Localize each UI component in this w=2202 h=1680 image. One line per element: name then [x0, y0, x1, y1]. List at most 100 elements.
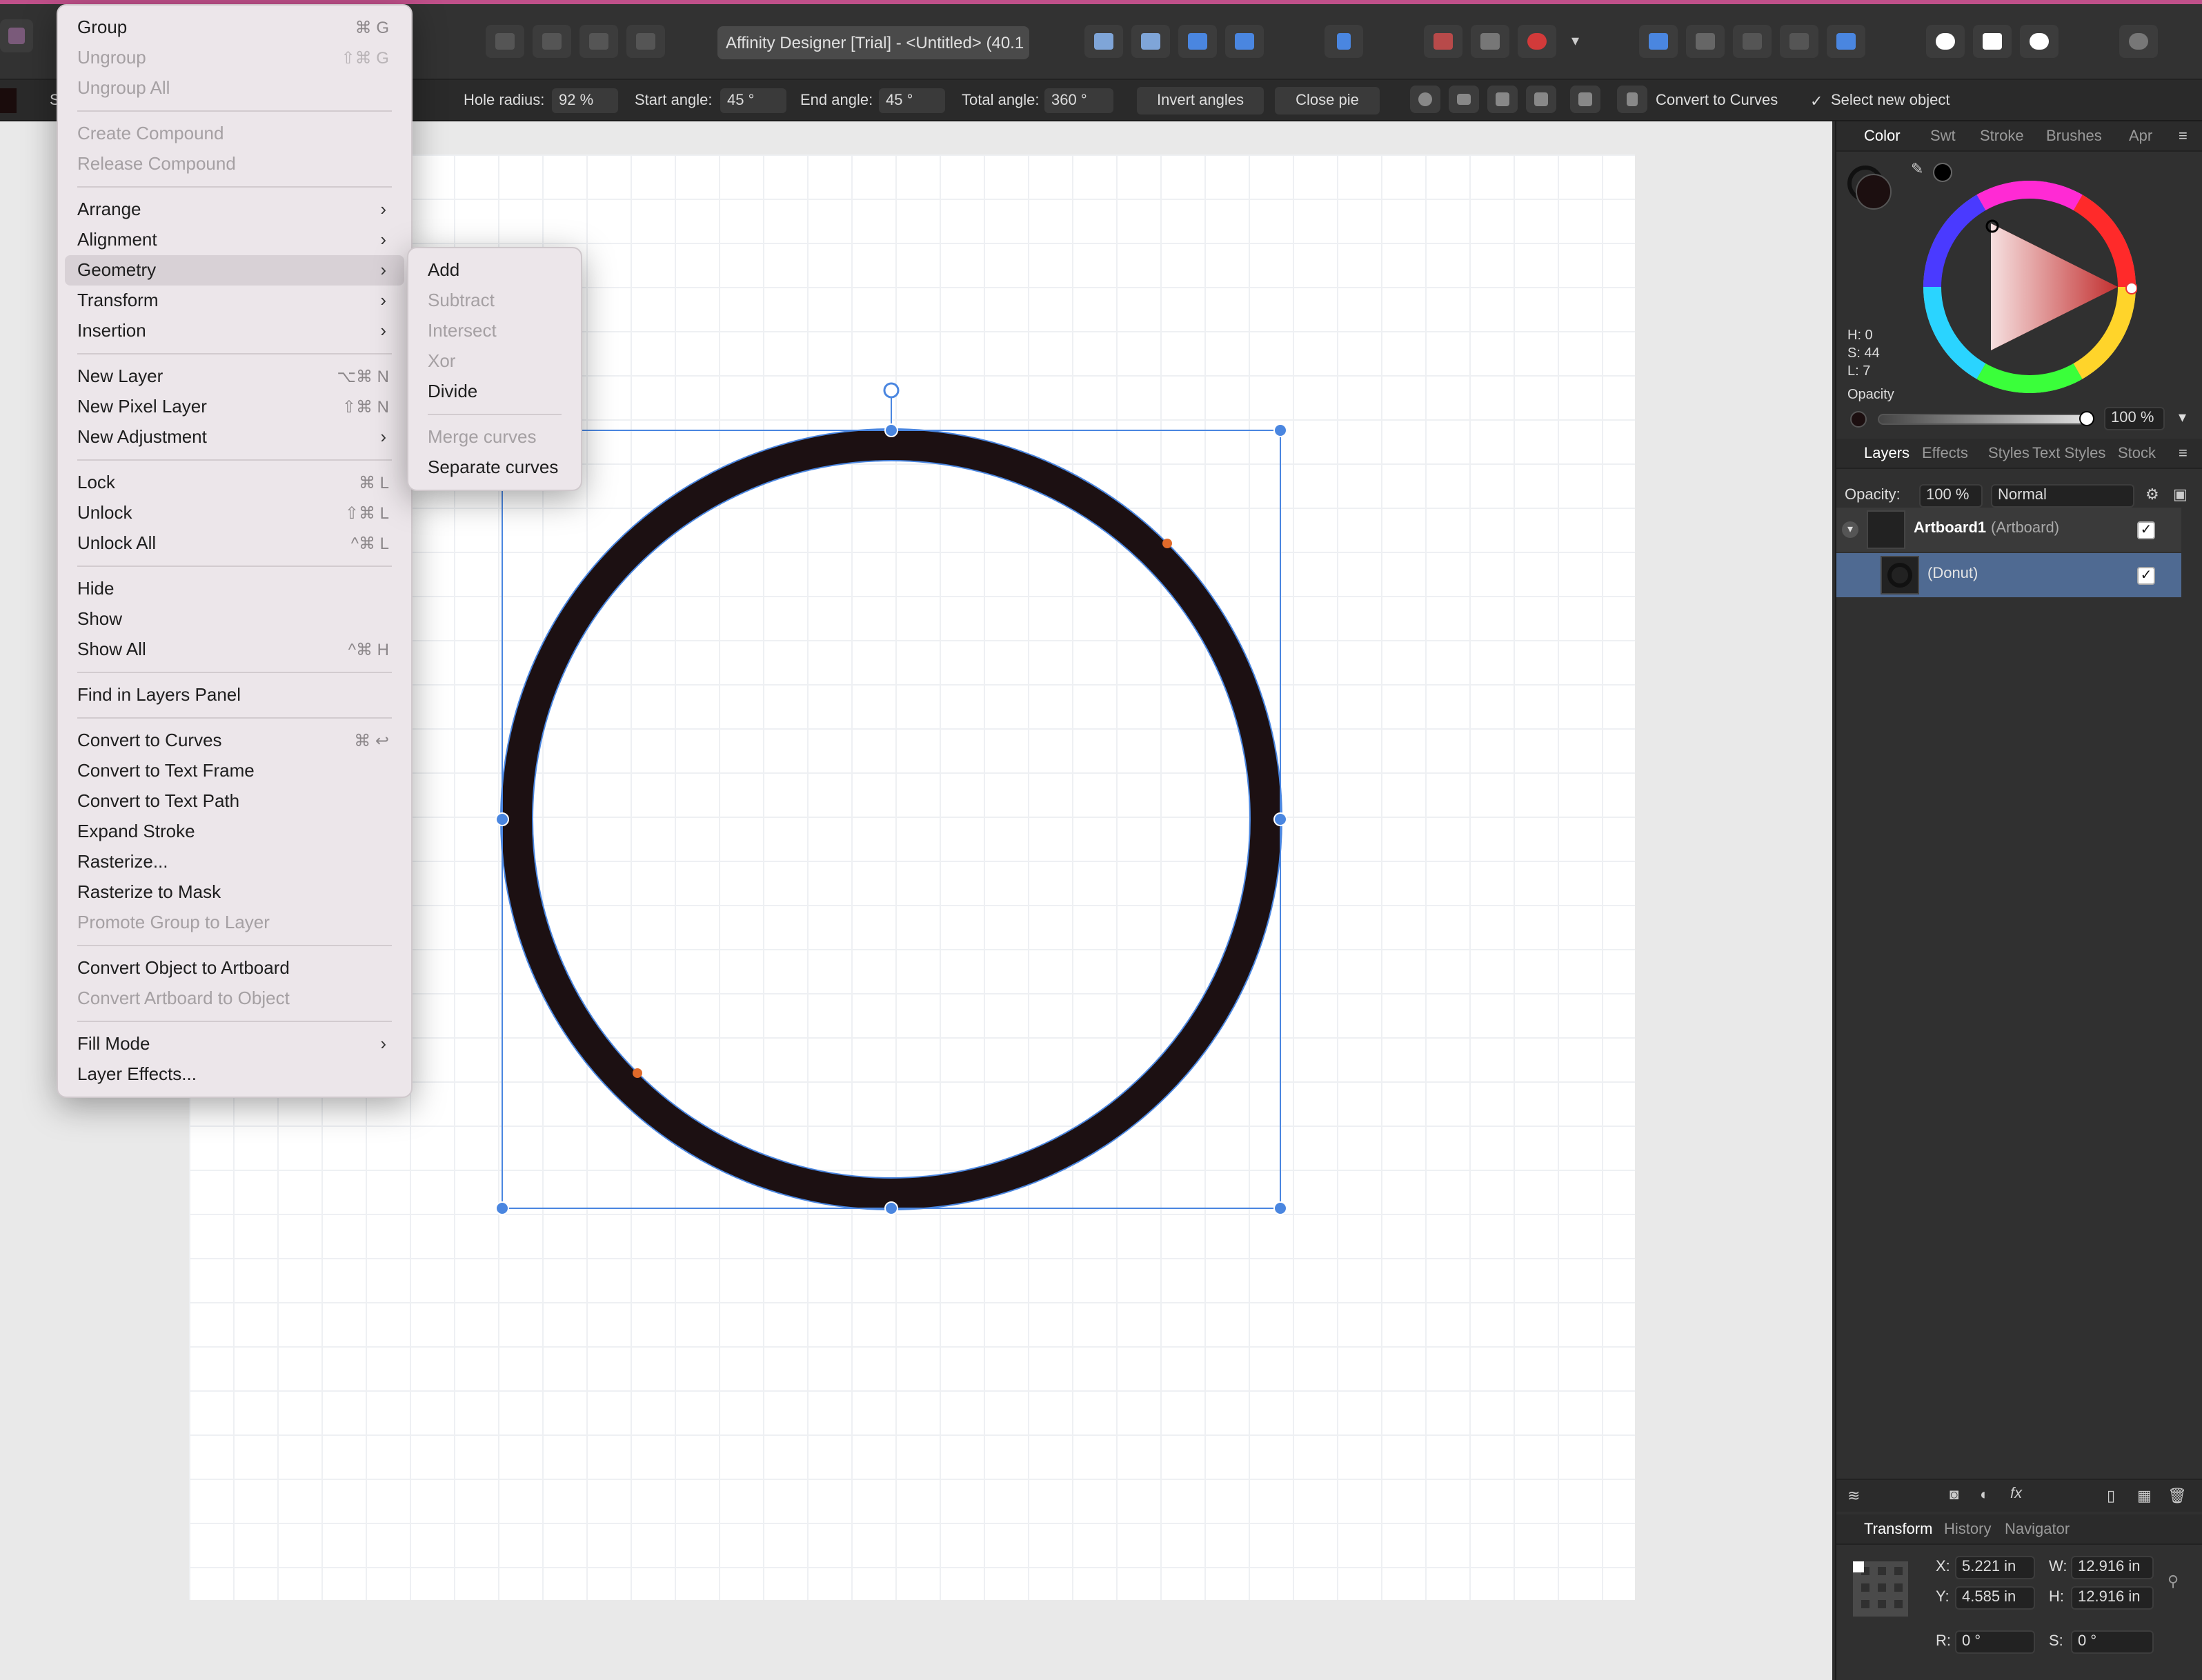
menu-item-add[interactable]: Add [408, 255, 581, 286]
fx-icon[interactable]: fx [2010, 1486, 2022, 1502]
flip-vertical-icon[interactable] [1131, 25, 1170, 58]
resize-handle-b[interactable] [884, 1201, 898, 1215]
color-wheel[interactable] [1922, 179, 2137, 394]
angle-handle-end[interactable] [633, 1068, 642, 1078]
expand-icon[interactable]: ▾ [1842, 521, 1858, 538]
blend-mode-select[interactable]: Normal [1991, 484, 2134, 508]
angle-handle-start[interactable] [1162, 539, 1172, 548]
insert-front-icon[interactable] [1780, 25, 1818, 58]
menu-item-geometry[interactable]: Geometry › [65, 255, 404, 286]
rotate-handle-icon[interactable] [1570, 86, 1600, 113]
tab-text-styles[interactable]: Text Styles [2032, 446, 2105, 462]
w-input[interactable]: 12.916 in [2071, 1556, 2154, 1579]
tab-stroke[interactable]: Stroke [1980, 128, 2024, 145]
delete-layer-icon[interactable]: 🗑 [2168, 1487, 2187, 1505]
menu-item-rasterize[interactable]: Rasterize... [58, 847, 411, 877]
menu-item-show-all[interactable]: Show All ^⌘ H [58, 634, 411, 665]
menu-item-group[interactable]: Group ⌘ G [58, 12, 411, 43]
fill-swatch[interactable] [0, 88, 17, 113]
anchor-point[interactable] [1853, 1561, 1864, 1572]
boolean-intersect-icon[interactable] [579, 25, 618, 58]
fill-icon[interactable] [2020, 25, 2059, 58]
menu-item-arrange[interactable]: Arrange › [58, 194, 411, 225]
layer-settings-icon[interactable]: ⚙ [2145, 486, 2159, 503]
tab-swatches[interactable]: Swt [1930, 128, 1956, 145]
boolean-add-icon[interactable] [486, 25, 524, 58]
menu-item-transform[interactable]: Transform › [58, 286, 411, 316]
menu-item-new-adjustment[interactable]: New Adjustment › [58, 422, 411, 452]
opacity-slider-thumb[interactable] [2079, 411, 2094, 426]
y-input[interactable]: 4.585 in [1955, 1586, 2035, 1610]
h-input[interactable]: 12.916 in [2071, 1586, 2154, 1610]
convert-to-curves-button[interactable]: Convert to Curves [1656, 92, 1778, 109]
magnet-icon[interactable] [1518, 25, 1556, 58]
menu-item-divide[interactable]: Divide [408, 377, 581, 407]
close-pie-button[interactable]: Close pie [1275, 87, 1380, 114]
layer-row-artboard[interactable]: ▾ Artboard1 (Artboard) ✓ [1836, 508, 2181, 552]
boolean-subtract-icon[interactable] [533, 25, 571, 58]
menu-item-alignment[interactable]: Alignment › [58, 225, 411, 255]
donut-visibility-checkbox[interactable]: ✓ [2137, 567, 2155, 585]
document-title[interactable]: Affinity Designer [Trial] - <Untitled> (… [717, 26, 1029, 59]
menu-item-hide[interactable]: Hide [58, 574, 411, 604]
menu-item-lock[interactable]: Lock ⌘ L [58, 468, 411, 498]
menu-item-show[interactable]: Show [58, 604, 411, 634]
rotate-right-icon[interactable] [1225, 25, 1264, 58]
total-angle-input[interactable]: 360 ° [1044, 88, 1113, 113]
fill-color-well[interactable] [1856, 174, 1892, 210]
layer-opacity-input[interactable]: 100 % [1919, 484, 1983, 508]
resize-handle-bl[interactable] [495, 1201, 509, 1215]
menu-item-rasterize-to-mask[interactable]: Rasterize to Mask [58, 877, 411, 908]
adjustment-icon[interactable]: ◐ [1980, 1487, 1989, 1503]
menu-item-new-pixel-layer[interactable]: New Pixel Layer ⇧⌘ N [58, 392, 411, 422]
tab-history[interactable]: History [1944, 1521, 1991, 1538]
insert-inside-icon[interactable] [1639, 25, 1678, 58]
add-layer-icon[interactable]: ▯ [2107, 1487, 2115, 1505]
tab-layers[interactable]: Layers [1864, 446, 1910, 462]
menu-item-convert-to-curves[interactable]: Convert to Curves ⌘ ↩ [58, 726, 411, 756]
panel-menu-icon[interactable]: ≡ [2179, 128, 2188, 145]
rotation-handle[interactable] [883, 382, 900, 399]
hole-radius-input[interactable]: 92 % [552, 88, 618, 113]
menu-item-find-in-layers-panel[interactable]: Find in Layers Panel [58, 680, 411, 710]
transform-origin-icon[interactable] [1526, 86, 1556, 113]
menu-item-unlock[interactable]: Unlock ⇧⌘ L [58, 498, 411, 528]
menu-item-fill-mode[interactable]: Fill Mode › [58, 1029, 411, 1059]
resize-handle-l[interactable] [495, 812, 509, 826]
tab-styles[interactable]: Styles [1988, 446, 2030, 462]
resize-handle-br[interactable] [1273, 1201, 1287, 1215]
opacity-input[interactable]: 100 % [2104, 407, 2165, 430]
menu-item-unlock-all[interactable]: Unlock All ^⌘ L [58, 528, 411, 559]
select-new-object-checkbox[interactable]: ✓ [1810, 92, 1823, 110]
rotation-input[interactable]: 0 ° [1955, 1630, 2035, 1654]
account-icon[interactable] [2119, 25, 2158, 58]
snap-dropdown-icon[interactable]: ▾ [1571, 32, 1579, 50]
app-grid-icon[interactable] [0, 19, 33, 52]
link-proportions-icon[interactable]: ⚲ [2168, 1572, 2179, 1590]
resize-handle-r[interactable] [1273, 812, 1287, 826]
menu-item-insertion[interactable]: Insertion › [58, 316, 411, 346]
artboard-visibility-checkbox[interactable]: ✓ [2137, 521, 2155, 539]
donut-shape[interactable] [501, 429, 1282, 1210]
shear-input[interactable]: 0 ° [2071, 1630, 2154, 1654]
boolean-divide-icon[interactable] [626, 25, 665, 58]
insert-back-icon[interactable] [1827, 25, 1865, 58]
resize-handle-t[interactable] [884, 423, 898, 437]
end-angle-input[interactable]: 45 ° [879, 88, 945, 113]
clip-icon[interactable] [1973, 25, 2012, 58]
menu-item-expand-stroke[interactable]: Expand Stroke [58, 817, 411, 847]
menu-item-new-layer[interactable]: New Layer ⌥⌘ N [58, 361, 411, 392]
resize-handle-tr[interactable] [1273, 423, 1287, 437]
tab-effects[interactable]: Effects [1922, 446, 1968, 462]
crosshair-icon[interactable] [1410, 86, 1440, 113]
tab-navigator[interactable]: Navigator [2005, 1521, 2070, 1538]
rotate-left-icon[interactable] [1178, 25, 1217, 58]
tab-stock[interactable]: Stock [2118, 446, 2156, 462]
layers-stack-icon[interactable]: ≋ [1847, 1487, 1860, 1505]
menu-item-convert-to-text-frame[interactable]: Convert to Text Frame [58, 756, 411, 786]
convert-curves-icon[interactable] [1617, 86, 1647, 113]
select-new-object-label[interactable]: Select new object [1831, 92, 1950, 109]
eyedropper-icon[interactable]: ✎ [1911, 160, 1923, 178]
eye-icon[interactable] [1449, 86, 1479, 113]
grid-snap-icon[interactable] [1424, 25, 1462, 58]
